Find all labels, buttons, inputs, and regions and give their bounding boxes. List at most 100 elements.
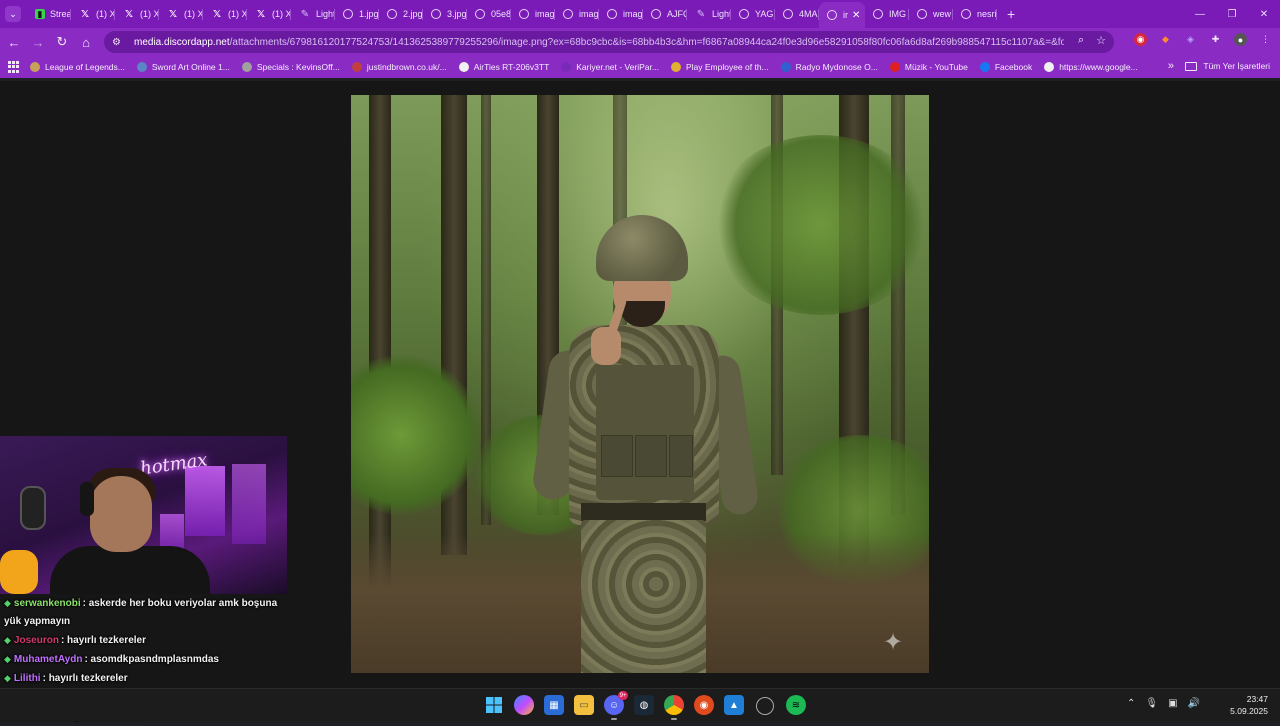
- bookmark-item[interactable]: Facebook: [979, 62, 1032, 72]
- bookmark-item[interactable]: Sword Art Online 1...: [136, 62, 230, 72]
- tab-2[interactable]: 𝕏 (1) X: [115, 2, 159, 26]
- tab-11[interactable]: imag: [511, 2, 555, 26]
- discord-icon[interactable]: ☺ 9+: [604, 691, 628, 720]
- twitch-icon: ▮: [35, 9, 45, 19]
- bookmark-item[interactable]: https://www.google...: [1044, 62, 1138, 72]
- maximize-icon[interactable]: ❐: [1216, 9, 1248, 20]
- tab-label: Light: [316, 9, 335, 19]
- tab-13[interactable]: imag: [599, 2, 643, 26]
- url-text[interactable]: media.discordapp.net/attachments/6798161…: [134, 37, 1064, 48]
- tab-3[interactable]: 𝕏 (1) X: [159, 2, 203, 26]
- forward-icon[interactable]: →: [26, 35, 50, 50]
- tab-12[interactable]: imag: [555, 2, 599, 26]
- bookmark-label: League of Legends...: [45, 62, 125, 72]
- bookmark-item[interactable]: AirTies RT-206v3TT: [458, 62, 549, 72]
- home-icon[interactable]: ⌂: [74, 35, 98, 50]
- globe-icon: [519, 9, 529, 19]
- tab-label: 05e8: [491, 9, 511, 19]
- display-tray-icon[interactable]: ▣: [1168, 698, 1177, 709]
- obs-icon[interactable]: [756, 697, 774, 715]
- tab-1[interactable]: 𝕏 (1) X: [71, 2, 115, 26]
- tray-chevron-up-icon[interactable]: ⌃: [1127, 698, 1135, 709]
- volume-icon[interactable]: 🔊: [1188, 698, 1200, 709]
- bookmark-favicon-icon: [780, 62, 791, 72]
- tab-21[interactable]: nesri: [953, 2, 997, 26]
- tab-label: wew: [933, 9, 952, 19]
- new-tab-button[interactable]: +: [1007, 6, 1015, 22]
- store-icon[interactable]: ▦: [544, 695, 564, 715]
- back-icon[interactable]: ←: [2, 35, 26, 50]
- bookmarks-overflow-button[interactable]: »: [1168, 60, 1174, 72]
- image-viewer: ✦ hotmax ◆ serwankenobi: askerde her boku…: [0, 81, 1280, 722]
- spotify-icon[interactable]: ≋: [786, 695, 806, 715]
- chat-message: ◆ serwankenobi: askerde her boku veriyola…: [0, 594, 290, 631]
- soldier-in-forest-image[interactable]: ✦: [351, 95, 929, 673]
- tab-19[interactable]: IMG: [865, 2, 909, 26]
- tab-7[interactable]: 1.jpg: [335, 2, 379, 26]
- profile-avatar[interactable]: ●: [1234, 33, 1247, 46]
- tab-20[interactable]: wew: [909, 2, 953, 26]
- window-controls: — ❐ ✕: [1184, 0, 1280, 28]
- brave-app-icon[interactable]: ◉: [694, 695, 714, 715]
- tab-6[interactable]: ✎ Light: [291, 2, 335, 26]
- tab-strip: ⌄ ▮ Strea 𝕏 (1) X 𝕏 (1) X 𝕏 (1) X 𝕏 (1) X 𝕏 (1) X ✎ L…: [0, 0, 1280, 28]
- address-bar[interactable]: ⚙ media.discordapp.net/attachments/67981…: [104, 31, 1114, 53]
- zoom-icon[interactable]: ⌕: [1078, 34, 1084, 47]
- all-bookmarks-folder[interactable]: Tüm Yer İşaretleri: [1185, 61, 1270, 71]
- bookmark-item[interactable]: Radyo Mydonose O...: [780, 62, 878, 72]
- bookmark-item[interactable]: Play Employee of th...: [670, 62, 769, 72]
- x-logo-icon: 𝕏: [212, 8, 222, 20]
- close-window-icon[interactable]: ✕: [1248, 9, 1280, 20]
- chat-username[interactable]: MuhametAydn: [14, 654, 83, 665]
- steam-icon[interactable]: ◍: [634, 695, 654, 715]
- tab-label: ir: [843, 10, 848, 20]
- apps-grid-icon[interactable]: [8, 61, 20, 73]
- clock-time: 23:47: [1246, 694, 1268, 704]
- fox-extension-icon[interactable]: ◆: [1159, 33, 1172, 46]
- reload-icon[interactable]: ↻: [50, 34, 74, 50]
- chrome-icon[interactable]: [664, 695, 684, 720]
- tab-18[interactable]: ir ✕: [819, 2, 865, 28]
- tab-9[interactable]: 3.jpg: [423, 2, 467, 26]
- minimize-icon[interactable]: —: [1184, 9, 1216, 20]
- tab-15[interactable]: ✎ Light: [687, 2, 731, 26]
- tab-list: ▮ Strea 𝕏 (1) X 𝕏 (1) X 𝕏 (1) X 𝕏 (1) X 𝕏 (1) X ✎ Lig…: [27, 0, 997, 28]
- clock-date: 5.09.2025: [1230, 706, 1268, 716]
- bookmark-item[interactable]: League of Legends...: [30, 62, 125, 72]
- tab-label: (1) X: [228, 9, 247, 19]
- globe-icon: [739, 9, 749, 19]
- kebab-menu-icon[interactable]: ⋮: [1259, 33, 1272, 46]
- puzzle-extensions-icon[interactable]: ✚: [1209, 33, 1222, 46]
- taskbar-clock[interactable]: 23:47 5.09.2025: [1230, 693, 1268, 717]
- bookmark-label: Radyo Mydonose O...: [795, 62, 878, 72]
- tab-16[interactable]: YAGI: [731, 2, 775, 26]
- ublock-extension-icon[interactable]: ◉: [1134, 33, 1147, 46]
- windows-start-icon[interactable]: [484, 695, 504, 715]
- tab-4[interactable]: 𝕏 (1) X: [203, 2, 247, 26]
- bookmark-favicon-icon: [561, 62, 572, 72]
- site-info-icon[interactable]: ⚙: [112, 37, 124, 48]
- tab-8[interactable]: 2.jpg: [379, 2, 423, 26]
- file-explorer-icon[interactable]: ▭: [574, 695, 594, 715]
- bookmark-favicon-icon: [458, 62, 469, 72]
- tab-search-chevron-icon[interactable]: ⌄: [5, 6, 21, 22]
- photos-icon[interactable]: ▲: [724, 695, 744, 715]
- bookmark-label: https://www.google...: [1059, 62, 1138, 72]
- tab-5[interactable]: 𝕏 (1) X: [247, 2, 291, 26]
- tab-close-icon[interactable]: ✕: [852, 10, 860, 21]
- bookmark-item[interactable]: Specials : KevinsOff...: [241, 62, 340, 72]
- tab-17[interactable]: 4MA: [775, 2, 819, 26]
- bookmark-item[interactable]: Kariyer.net - VeriPar...: [561, 62, 659, 72]
- chat-username[interactable]: Joseuron: [14, 635, 59, 646]
- copilot-icon[interactable]: [514, 695, 534, 715]
- chat-username[interactable]: serwankenobi: [14, 598, 81, 609]
- bookmark-item[interactable]: Müzik - YouTube: [889, 62, 968, 72]
- bookmark-star-icon[interactable]: ☆: [1096, 34, 1106, 47]
- tab-10[interactable]: 05e8: [467, 2, 511, 26]
- chat-username[interactable]: Lilithi: [14, 673, 41, 684]
- tab-0[interactable]: ▮ Strea: [27, 2, 71, 26]
- extension-icon[interactable]: ◈: [1184, 33, 1197, 46]
- bookmark-item[interactable]: justindbrown.co.uk/...: [351, 62, 447, 72]
- tab-14[interactable]: AJFQ: [643, 2, 687, 26]
- microphone-tray-icon[interactable]: 🎙: [1145, 698, 1158, 709]
